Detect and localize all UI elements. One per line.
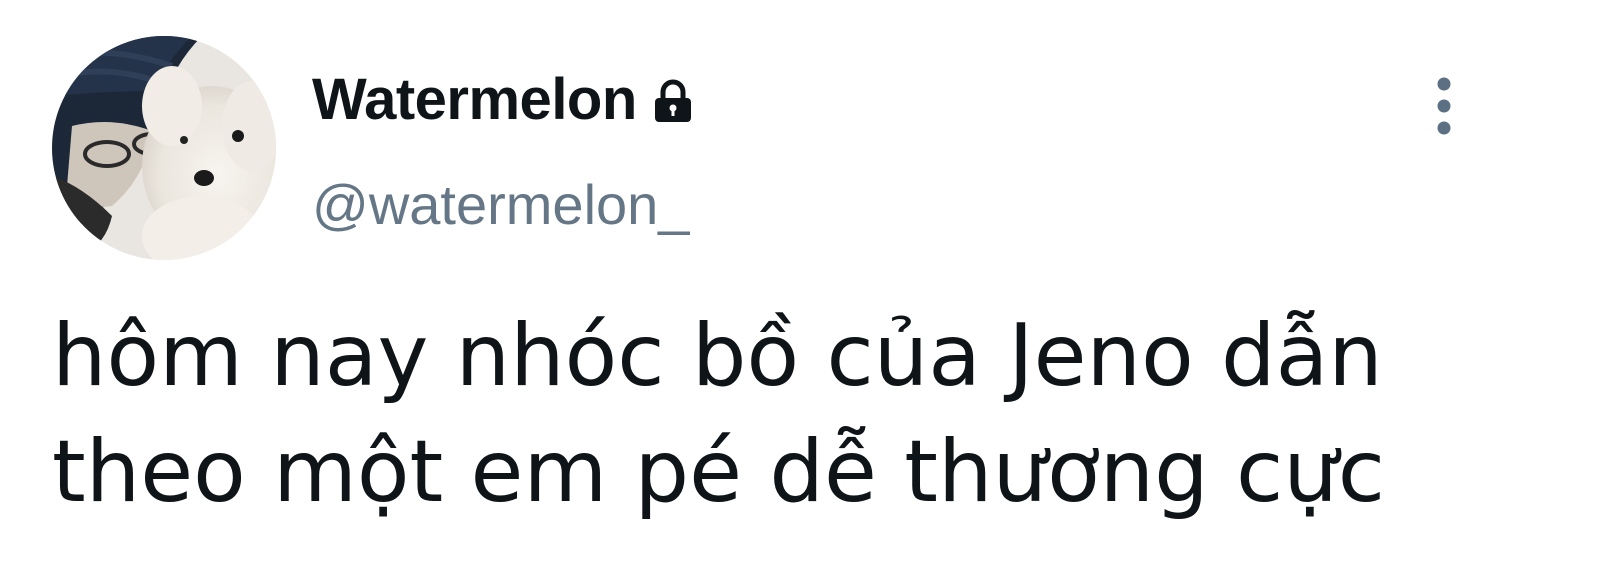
display-name[interactable]: Watermelon: [312, 68, 637, 132]
avatar[interactable]: [52, 36, 276, 260]
more-options-button[interactable]: [1416, 66, 1472, 146]
user-name-row[interactable]: Watermelon: [312, 68, 697, 132]
tweet-text-line: hôm nay nhóc bồ của Jeno dẫn: [52, 306, 1383, 406]
tweet-text-line: theo một em pé dễ thương cực: [52, 422, 1386, 522]
user-handle[interactable]: @watermelon_: [312, 170, 689, 240]
tweet-text: hôm nay nhóc bồ của Jeno dẫn theo một em…: [52, 298, 1552, 530]
avatar-photo-icon: [52, 36, 276, 260]
more-vertical-icon: [1437, 77, 1451, 135]
lock-icon: [649, 78, 697, 126]
tweet: Watermelon @watermelon_ hôm nay nhóc bồ …: [0, 0, 1600, 569]
